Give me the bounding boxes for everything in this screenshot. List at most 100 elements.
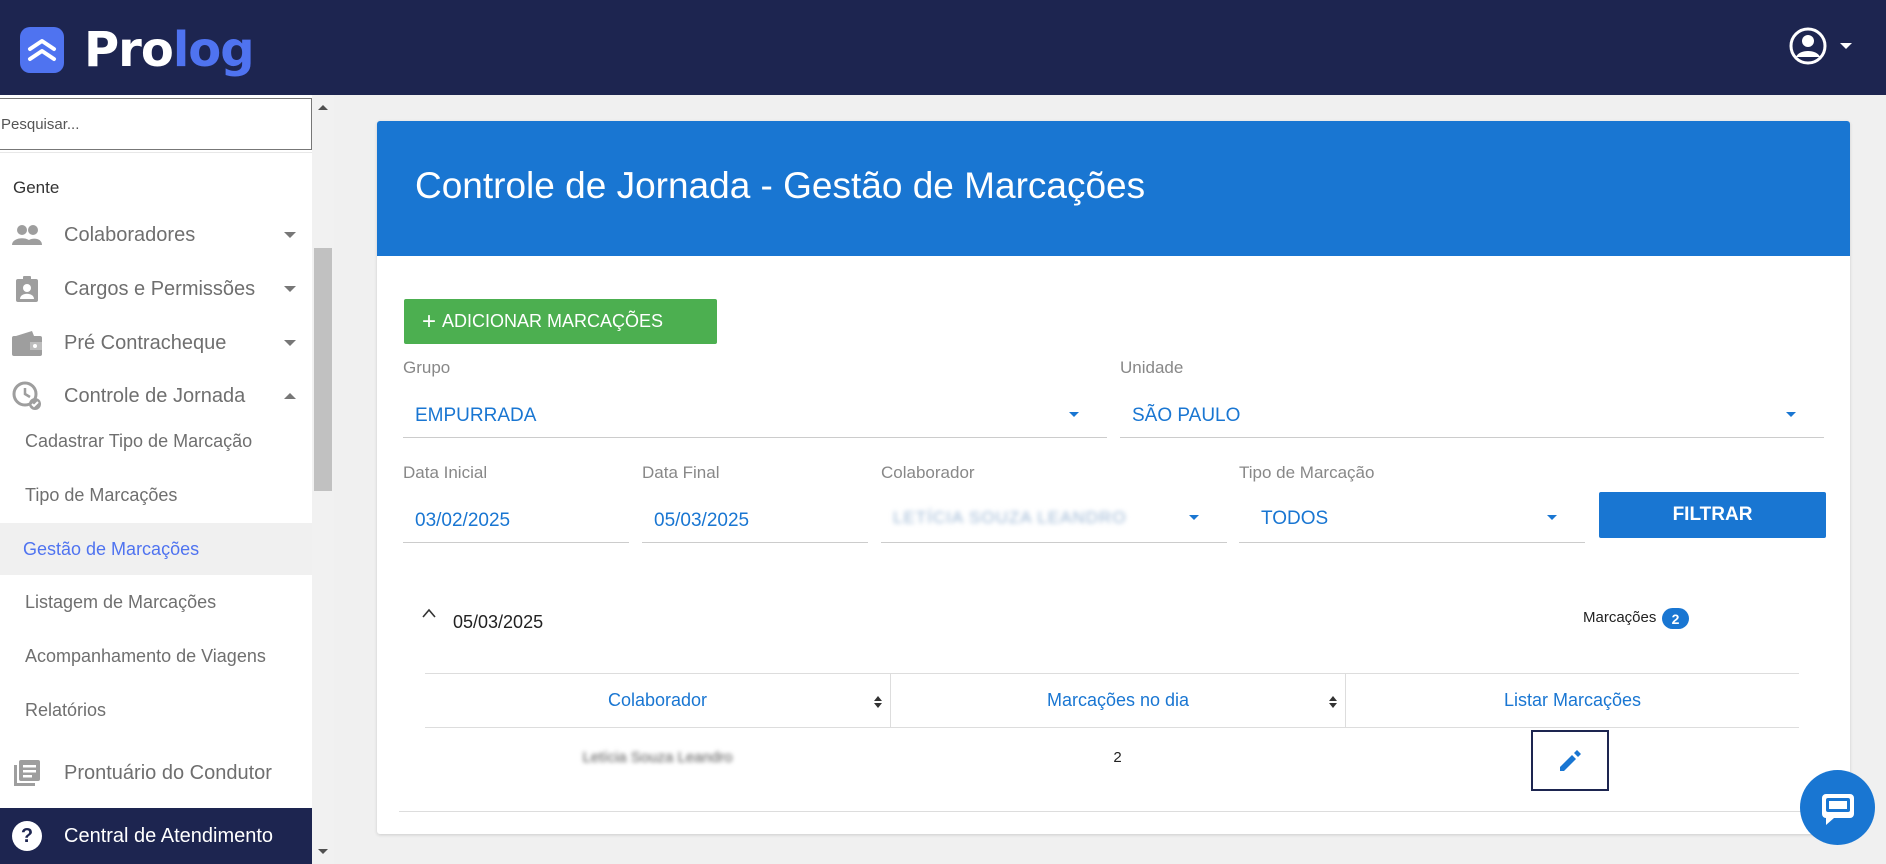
table-bottom-divider [399,811,1827,812]
user-avatar-icon [1789,27,1827,65]
sidebar: Gente Colaboradores Cargos e Permissões … [0,95,312,864]
chevron-up-icon[interactable] [422,607,436,621]
sort-icon [874,696,882,708]
sidebar-item-cargos[interactable]: Cargos e Permissões [0,264,312,314]
wallet-icon [12,328,42,358]
column-header-label: Marcações no dia [1046,690,1190,710]
logo-text-log: log [172,22,255,78]
sidebar-subitem-label: Listagem de Marcações [25,591,217,612]
data-final-field[interactable]: 05/03/2025 [642,498,868,543]
chat-support-button[interactable] [1800,770,1875,845]
group-date: 05/03/2025 [453,612,544,632]
chevron-down-icon [284,340,296,346]
grupo-label: Grupo [403,358,451,377]
chevron-down-icon [284,232,296,238]
clock-icon [12,381,42,411]
sidebar-item-controle-jornada[interactable]: Controle de Jornada [0,371,312,421]
column-header-listar: Listar Marcações [1345,673,1799,728]
unidade-select[interactable]: SÃO PAULO [1120,393,1824,438]
tipo-marcacao-select[interactable]: TODOS [1239,498,1585,543]
sidebar-subitem-acompanhamento[interactable]: Acompanhamento de Viagens [0,630,312,682]
sidebar-item-label: Colaboradores [64,223,196,246]
table-cell-marcacoes: 2 [1113,748,1122,766]
sidebar-item-colaboradores[interactable]: Colaboradores [0,210,312,260]
sidebar-subitem-tipo-marcacoes[interactable]: Tipo de Marcações [0,469,312,521]
edit-marcacoes-button[interactable] [1531,730,1609,791]
chevron-down-icon [1547,515,1557,520]
document-icon [12,758,42,788]
chevron-down-icon [1786,412,1796,417]
colaborador-value: LETÍCIA SOUZA LEANDRO [893,508,1127,527]
column-header-label: Colaborador [607,690,708,710]
column-header-colaborador[interactable]: Colaborador [425,673,890,728]
add-marcacoes-button[interactable]: + ADICIONAR MARCAÇÕES [404,299,717,344]
pencil-icon [1560,749,1581,771]
data-inicial-label: Data Inicial [403,463,488,482]
data-inicial-field[interactable]: 03/02/2025 [403,498,629,543]
scroll-thumb[interactable] [314,248,332,491]
sidebar-item-prontuario[interactable]: Prontuário do Condutor [0,748,312,798]
sidebar-subitem-label: Relatórios [25,699,107,720]
sidebar-subitem-label: Cadastrar Tipo de Marcação [25,430,253,451]
main-card: Controle de Jornada - Gestão de Marcaçõe… [377,121,1850,834]
sidebar-subitem-relatorios[interactable]: Relatórios [0,684,312,736]
plus-icon: + [422,307,437,335]
sort-icon [1329,696,1337,708]
sidebar-item-label: Prontuário do Condutor [64,761,272,784]
unidade-label: Unidade [1120,358,1184,377]
sidebar-scrollbar[interactable] [312,95,334,864]
grupo-value: EMPURRADA [415,405,537,426]
column-header-marcacoes-dia[interactable]: Marcações no dia [890,673,1345,728]
filter-button[interactable]: FILTRAR [1599,492,1826,538]
table-cell-colaborador: Letícia Souza Leandro [425,728,890,786]
sidebar-subitem-cadastrar-tipo[interactable]: Cadastrar Tipo de Marcação [0,415,312,467]
logo-text-pro: Pro [84,22,174,78]
column-header-label: Listar Marcações [1503,690,1642,710]
sidebar-subitem-listagem[interactable]: Listagem de Marcações [0,576,312,628]
sidebar-item-label: Pré Contracheque [64,331,227,354]
tipo-marcacao-value: TODOS [1261,508,1329,529]
grupo-select[interactable]: EMPURRADA [403,393,1107,438]
data-inicial-value: 03/02/2025 [415,510,511,531]
data-final-value: 05/03/2025 [654,510,750,531]
colaborador-select[interactable]: LETÍCIA SOUZA LEANDRO [881,498,1227,543]
search-input[interactable] [0,98,312,150]
sidebar-item-label: Controle de Jornada [64,384,246,407]
help-center-button[interactable]: ? Central de Atendimento [0,808,312,864]
card-header: Controle de Jornada - Gestão de Marcaçõe… [377,121,1850,256]
data-final-label: Data Final [642,463,720,482]
sidebar-item-label: Cargos e Permissões [64,277,256,300]
sidebar-search [0,98,312,153]
prolog-logo[interactable]: Prolog [20,20,255,80]
chevron-down-icon [1840,43,1852,49]
sidebar-section-title: Gente [13,178,60,197]
marcacoes-count-badge: 2 [1662,608,1689,629]
sidebar-subitem-label: Acompanhamento de Viagens [25,645,266,666]
sidebar-subitem-label: Gestão de Marcações [23,538,200,559]
unidade-value: SÃO PAULO [1132,405,1241,426]
chevron-down-icon [284,286,296,292]
sidebar-item-pre-contracheque[interactable]: Pré Contracheque [0,318,312,368]
page-title: Controle de Jornada - Gestão de Marcaçõe… [415,165,1146,206]
marcacoes-count-label: Marcações [1583,609,1657,626]
logo-text: Prolog [84,26,255,74]
chevron-down-icon [1069,412,1079,417]
chevron-up-icon [284,393,296,399]
top-navbar: Prolog [0,0,1886,95]
chat-icon [1821,793,1854,825]
sidebar-subitem-gestao-marcacoes[interactable]: Gestão de Marcações [0,523,312,575]
scroll-up-arrow-icon[interactable] [318,105,328,110]
chevron-down-icon [1189,515,1199,520]
badge-icon [12,274,42,304]
help-center-label: Central de Atendimento [64,824,274,847]
help-icon: ? [12,821,42,851]
prolog-logo-icon [20,27,64,73]
user-menu[interactable] [1788,26,1852,66]
colaborador-name: Letícia Souza Leandro [582,748,733,766]
tipo-marcacao-label: Tipo de Marcação [1239,463,1375,482]
colaborador-label: Colaborador [881,463,975,482]
add-marcacoes-label: ADICIONAR MARCAÇÕES [442,311,664,331]
people-icon [12,220,42,250]
sidebar-subitem-label: Tipo de Marcações [25,484,178,505]
scroll-down-arrow-icon[interactable] [318,849,328,854]
